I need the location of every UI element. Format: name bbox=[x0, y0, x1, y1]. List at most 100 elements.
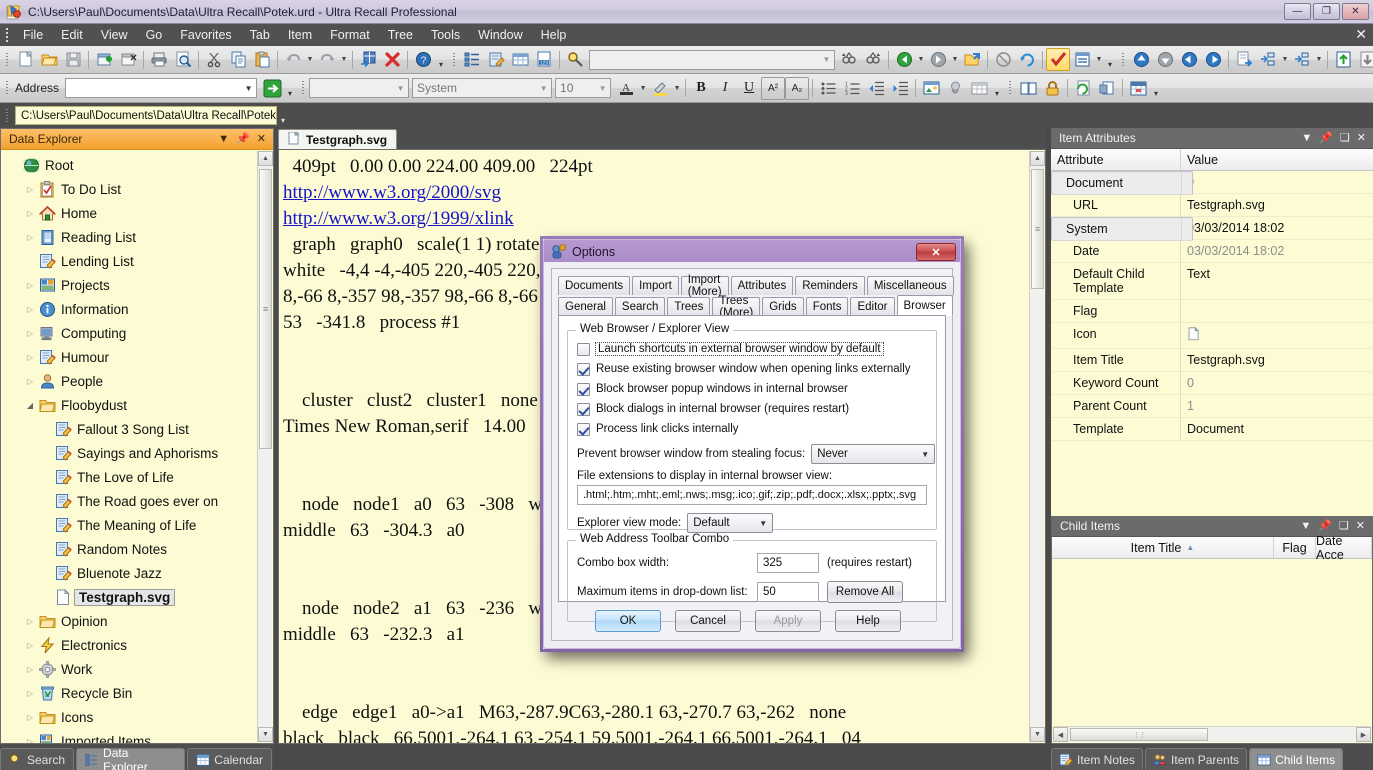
print-icon[interactable] bbox=[147, 48, 171, 71]
document-scrollbar[interactable]: ▲ ▼ bbox=[1029, 151, 1045, 742]
move-up-icon[interactable] bbox=[1129, 48, 1153, 71]
chevron-down-icon[interactable]: ▼ bbox=[241, 84, 256, 93]
tree-item-root[interactable]: Root bbox=[1, 153, 273, 177]
expander-collapsed-icon[interactable]: ▷ bbox=[23, 713, 37, 722]
menu-format[interactable]: Format bbox=[321, 25, 379, 45]
attribute-value[interactable] bbox=[1182, 172, 1192, 194]
attribute-value[interactable]: 03/03/2014 18:02 bbox=[1181, 217, 1373, 239]
new-window-icon[interactable] bbox=[92, 48, 116, 71]
extensions-input[interactable]: .html;.htm;.mht;.eml;.nws;.msg;.ico;.gif… bbox=[577, 485, 927, 505]
demote-icon[interactable] bbox=[1355, 48, 1373, 71]
menu-tree[interactable]: Tree bbox=[379, 25, 422, 45]
menu-go[interactable]: Go bbox=[137, 25, 172, 45]
font-color-dropdown-icon[interactable]: ▼ bbox=[638, 77, 648, 100]
menu-help[interactable]: Help bbox=[532, 25, 576, 45]
menu-file[interactable]: File bbox=[14, 25, 52, 45]
expander-collapsed-icon[interactable]: ▷ bbox=[23, 689, 37, 698]
expander-collapsed-icon[interactable]: ▷ bbox=[23, 185, 37, 194]
document-icon[interactable] bbox=[1181, 323, 1373, 348]
refresh-icon[interactable] bbox=[1015, 48, 1039, 71]
font-color-icon[interactable]: A bbox=[614, 77, 638, 100]
scroll-up-icon[interactable]: ▲ bbox=[1030, 151, 1045, 166]
help-question-icon[interactable]: ? bbox=[411, 48, 435, 71]
italic-button[interactable]: I bbox=[713, 77, 737, 100]
tree-item-lending-list[interactable]: Lending List bbox=[1, 249, 273, 273]
paragraph-style-select[interactable]: ▼ bbox=[309, 78, 410, 98]
insert-item-icon[interactable] bbox=[356, 48, 380, 71]
checkbox-row[interactable]: Process link clicks internally bbox=[568, 419, 936, 439]
export-icon[interactable] bbox=[1232, 48, 1256, 71]
expander-collapsed-icon[interactable]: ▷ bbox=[23, 209, 37, 218]
menu-edit[interactable]: Edit bbox=[52, 25, 92, 45]
right-tab-item-notes[interactable]: Item Notes bbox=[1051, 748, 1144, 770]
tree-item-imported-items[interactable]: ▷ Imported Items bbox=[1, 729, 273, 743]
lock-icon[interactable] bbox=[1040, 77, 1064, 100]
menu-window[interactable]: Window bbox=[469, 25, 531, 45]
attribute-row[interactable]: Template Document bbox=[1051, 418, 1373, 441]
refresh-page-icon[interactable] bbox=[1071, 77, 1095, 100]
menu-tab[interactable]: Tab bbox=[241, 25, 279, 45]
tree-item-computing[interactable]: ▷ Computing bbox=[1, 321, 273, 345]
pin-icon[interactable]: 📌 bbox=[1318, 520, 1332, 532]
attribute-row[interactable]: System bbox=[1051, 217, 1193, 241]
tree-item-people[interactable]: ▷ People bbox=[1, 369, 273, 393]
options-tab-grids[interactable]: Grids bbox=[762, 297, 804, 316]
minimize-button[interactable]: — bbox=[1284, 3, 1311, 20]
right-tab-child-items[interactable]: Child Items bbox=[1249, 748, 1344, 770]
move-right-icon[interactable] bbox=[1201, 48, 1225, 71]
options-tab-documents[interactable]: Documents bbox=[558, 276, 631, 295]
highlight-dropdown-icon[interactable]: ▼ bbox=[672, 77, 682, 100]
tree-item-testgraph-svg[interactable]: Testgraph.svg bbox=[1, 585, 273, 609]
delete-red-x-icon[interactable] bbox=[380, 48, 404, 71]
options-tab-fonts[interactable]: Fonts bbox=[805, 297, 849, 316]
options-tab-browser[interactable]: Browser bbox=[896, 295, 953, 316]
options-tab-reminders[interactable]: Reminders bbox=[795, 276, 865, 295]
indent-dropdown-icon[interactable]: ▼ bbox=[1280, 48, 1290, 71]
maximize-icon[interactable]: ❑ bbox=[1340, 132, 1350, 144]
options-close-button[interactable]: ✕ bbox=[916, 243, 956, 261]
address-grip[interactable] bbox=[3, 79, 11, 97]
find-previous-icon[interactable] bbox=[837, 48, 861, 71]
tree-item-icons[interactable]: ▷ Icons bbox=[1, 705, 273, 729]
attribute-row[interactable]: Document bbox=[1051, 171, 1193, 195]
scroll-up-icon[interactable]: ▲ bbox=[258, 151, 273, 166]
maximize-icon[interactable]: ❑ bbox=[1339, 520, 1349, 532]
dictionary-icon[interactable] bbox=[1016, 77, 1040, 100]
options-tab-editor[interactable]: Editor bbox=[850, 297, 895, 316]
paste-icon[interactable] bbox=[250, 48, 274, 71]
toolbar-grip-2[interactable] bbox=[450, 51, 458, 69]
close-button[interactable]: ✕ bbox=[1342, 3, 1369, 20]
outdent-dropdown-icon[interactable]: ▼ bbox=[1314, 48, 1324, 71]
format-grip[interactable] bbox=[299, 79, 307, 97]
options-tab-trees-more-[interactable]: Trees (More) bbox=[712, 295, 761, 319]
path-overflow-icon[interactable]: ▾ bbox=[277, 104, 289, 127]
document-tab[interactable]: Testgraph.svg bbox=[278, 129, 398, 149]
focus-select[interactable]: Never ▼ bbox=[811, 444, 936, 464]
attribute-row[interactable]: Default Child Template Text bbox=[1051, 263, 1373, 300]
attribute-row[interactable]: Item Title Testgraph.svg bbox=[1051, 349, 1373, 372]
expander-collapsed-icon[interactable]: ▷ bbox=[23, 617, 37, 626]
options-tab-general[interactable]: General bbox=[558, 297, 613, 316]
outline-list-icon[interactable] bbox=[460, 48, 484, 71]
pin-icon[interactable]: 📌 bbox=[1319, 132, 1333, 144]
document-link[interactable]: http://www.w3.org/2000/svg bbox=[283, 182, 501, 203]
open-folder-icon[interactable] bbox=[37, 48, 61, 71]
tree-item-humour[interactable]: ▷ Humour bbox=[1, 345, 273, 369]
tree-item-home[interactable]: ▷ Home bbox=[1, 201, 273, 225]
decrease-indent-icon[interactable] bbox=[864, 77, 888, 100]
right-tab-item-parents[interactable]: Item Parents bbox=[1145, 748, 1248, 770]
bold-button[interactable]: B bbox=[689, 77, 713, 100]
format-overflow-icon[interactable]: ▾ bbox=[991, 77, 1003, 100]
attribute-row[interactable]: Date 03/03/2014 18:02 bbox=[1051, 240, 1373, 263]
close-icon[interactable]: ✕ bbox=[257, 133, 266, 145]
column-header-date-accessed[interactable]: Date Acce bbox=[1316, 534, 1372, 562]
left-tab-data-explorer[interactable]: Data Explorer bbox=[76, 746, 186, 770]
search-magnifier-icon[interactable] bbox=[563, 48, 587, 71]
undo-dropdown-icon[interactable]: ▼ bbox=[305, 48, 315, 71]
options-tab-miscellaneous[interactable]: Miscellaneous bbox=[866, 276, 954, 295]
path-grip[interactable] bbox=[3, 107, 11, 125]
highlight-icon[interactable] bbox=[648, 77, 672, 100]
indent-icon[interactable] bbox=[1256, 48, 1280, 71]
tree-item-fallout-3-song-list[interactable]: Fallout 3 Song List bbox=[1, 417, 273, 441]
tree-item-the-road-goes-ever-on[interactable]: The Road goes ever on bbox=[1, 489, 273, 513]
